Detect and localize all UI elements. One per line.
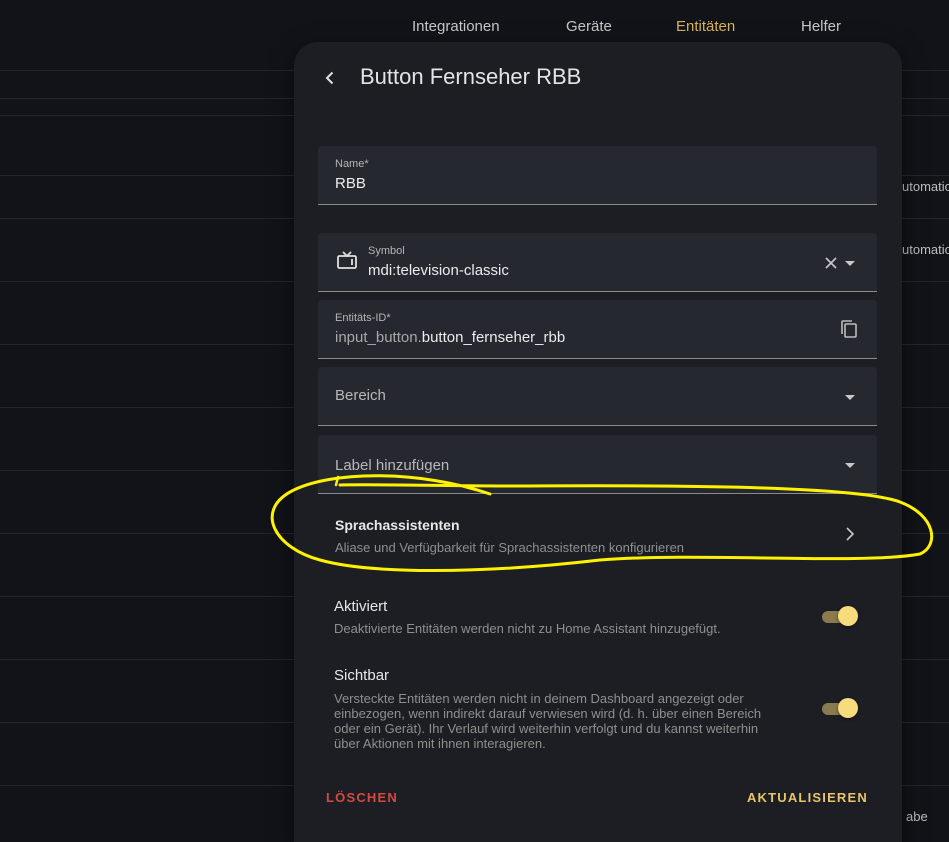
tab-helpers[interactable]: Helfer [801, 18, 841, 35]
background-cell-text: utomatio [902, 242, 949, 257]
visible-subtitle: Versteckte Entitäten werden nicht in dei… [334, 691, 804, 751]
update-button[interactable]: AKTUALISIEREN [747, 790, 868, 805]
television-classic-icon [337, 251, 357, 269]
visible-toggle[interactable] [820, 698, 860, 718]
back-button[interactable] [316, 64, 344, 92]
dropdown-arrow-icon[interactable] [845, 261, 855, 266]
symbol-field[interactable]: Symbol mdi:television-classic [318, 233, 877, 292]
label-select[interactable]: Label hinzufügen [318, 435, 877, 494]
area-select[interactable]: Bereich [318, 367, 877, 426]
dialog-title: Button Fernseher RBB [360, 64, 582, 89]
voice-assistants-row[interactable]: Sprachassistenten Aliase und Verfügbarke… [318, 504, 877, 560]
visible-subtitle-line: über Aktionen mit ihnen interagieren. [334, 736, 546, 751]
name-field[interactable]: Name* RBB [318, 146, 877, 205]
entity-settings-dialog: Button Fernseher RBB Name* RBB Symbol md… [294, 42, 902, 842]
dropdown-arrow-icon[interactable] [845, 463, 855, 468]
entity-id-field[interactable]: Entitäts-ID* input_button.button_fernseh… [318, 300, 877, 359]
delete-button[interactable]: LÖSCHEN [326, 790, 398, 805]
entity-id-field-value: input_button.button_fernseher_rbb [335, 329, 565, 346]
symbol-field-value: mdi:television-classic [368, 262, 509, 279]
tab-entities[interactable]: Entitäten [676, 18, 735, 35]
toggle-thumb [838, 606, 858, 626]
name-field-value: RBB [335, 175, 366, 192]
entity-id-field-label: Entitäts-ID* [335, 312, 391, 324]
background-cell-text: utomatio [902, 179, 949, 194]
entity-id-object-id: button_fernseher_rbb [421, 329, 566, 346]
enabled-title: Aktiviert [334, 598, 388, 615]
symbol-field-label: Symbol [368, 245, 405, 257]
tab-devices[interactable]: Geräte [566, 18, 612, 35]
label-select-placeholder: Label hinzufügen [335, 457, 450, 474]
enabled-subtitle: Deaktivierte Entitäten werden nicht zu H… [334, 621, 721, 636]
name-field-label: Name* [335, 158, 369, 170]
dropdown-arrow-icon[interactable] [845, 395, 855, 400]
chevron-left-icon [325, 71, 334, 85]
area-select-placeholder: Bereich [335, 387, 386, 404]
copy-icon[interactable] [839, 319, 859, 339]
visible-title: Sichtbar [334, 667, 390, 684]
visible-subtitle-line: oder ein Gerät). Ihr Verlauf wird weiter… [334, 721, 759, 736]
entity-id-domain-prefix: input_button. [335, 329, 422, 346]
chevron-right-icon [846, 527, 855, 541]
background-cell-text: abe [906, 809, 928, 824]
enabled-toggle[interactable] [820, 606, 860, 626]
toggle-thumb [838, 698, 858, 718]
voice-assistants-title: Sprachassistenten [335, 517, 460, 533]
tab-integrations[interactable]: Integrationen [412, 18, 500, 35]
visible-subtitle-line: einbezogen, wenn indirekt darauf verwies… [334, 706, 762, 721]
visible-subtitle-line: Versteckte Entitäten werden nicht in dei… [334, 691, 744, 706]
clear-icon[interactable] [825, 257, 837, 269]
voice-assistants-subtitle: Aliase und Verfügbarkeit für Sprachassis… [335, 540, 685, 555]
